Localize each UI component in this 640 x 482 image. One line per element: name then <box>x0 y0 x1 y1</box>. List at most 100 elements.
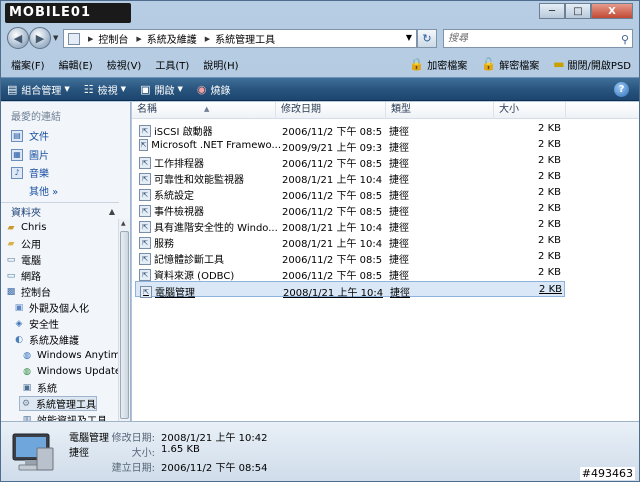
search-input[interactable]: 搜尋 ⚲ <box>443 29 633 48</box>
tree-item-windows-update[interactable]: ◍ Windows Update <box>21 364 121 379</box>
network-icon: ▭ <box>6 270 16 281</box>
file-date: 2006/11/2 下午 08:53 <box>282 255 382 266</box>
tree-label: Chris <box>21 222 47 233</box>
table-row[interactable]: ⇱ 系統設定 2006/11/2 下午 08:53 捷徑 2 KB <box>135 185 565 202</box>
table-row[interactable]: ⇱ 資料來源 (ODBC) 2006/11/2 下午 08:53 捷徑 2 KB <box>135 265 565 282</box>
tree-item-performance-tools[interactable]: ▥ 效能資訊及工具 <box>21 412 107 422</box>
unlock-icon: 🔓 <box>481 57 497 71</box>
nav-scrollbar[interactable]: ▲ <box>118 219 130 421</box>
navigation-pane: 最愛的連結 ▤ 文件 ▦ 圖片 ♪ 音樂 其他 » 資料夾 ▲ ▰ Chris ▰… <box>1 102 131 421</box>
minimize-button[interactable]: ─ <box>539 3 565 19</box>
computer-management-icon: ⇱ <box>140 285 152 298</box>
table-row[interactable]: ⇱ 可靠性和效能監視器 2008/1/21 上午 10:42 捷徑 2 KB <box>135 169 565 186</box>
column-size-label: 大小 <box>499 104 519 115</box>
tree-item-appearance[interactable]: ▣ 外觀及個人化 <box>13 300 89 316</box>
table-row[interactable]: ⇱ 服務 2008/1/21 上午 10:43 捷徑 2 KB <box>135 233 565 250</box>
file-date: 2006/11/2 下午 08:54 <box>282 159 382 170</box>
breadcrumb-control-panel[interactable]: 控制台 <box>98 31 128 46</box>
encrypt-file-button[interactable]: 🔒 加密檔案 <box>409 57 467 72</box>
details-date-created: 2006/11/2 下午 08:54 <box>161 463 268 474</box>
menu-help[interactable]: 說明(H) <box>203 57 238 72</box>
mobile01-logo: MOBILE01 <box>5 3 131 23</box>
search-icon[interactable]: ⚲ <box>621 31 629 48</box>
column-size[interactable]: 大小 <box>494 102 566 119</box>
file-name: 可靠性和效能監視器 <box>154 175 244 186</box>
open-button[interactable]: ▣ 開啟 ▼ <box>140 82 183 97</box>
recent-pages-dropdown-icon[interactable]: ▼ <box>53 34 58 42</box>
views-icon: ☷ <box>83 82 94 96</box>
file-type: 捷徑 <box>389 159 409 170</box>
table-row[interactable]: ⇱ 工作排程器 2006/11/2 下午 08:54 捷徑 2 KB <box>135 153 565 170</box>
table-row[interactable]: ⇱ 具有進階安全性的 Windo... 2008/1/21 上午 10:43 捷徑… <box>135 217 565 234</box>
tree-item-system[interactable]: ▣ 系統 <box>21 380 57 396</box>
file-size: 2 KB <box>538 123 561 134</box>
refresh-button[interactable]: ↻ <box>417 29 437 48</box>
file-type: 捷徑 <box>389 127 409 138</box>
table-row[interactable]: ⇱ 事件檢視器 2006/11/2 下午 08:54 捷徑 2 KB <box>135 201 565 218</box>
toggle-psd-button[interactable]: ▬ 關閉/開啟PSD <box>553 57 631 72</box>
menu-file[interactable]: 檔案(F) <box>11 57 45 72</box>
decrypt-file-button[interactable]: 🔓 解密檔案 <box>481 57 539 72</box>
fav-documents-label: 文件 <box>29 132 49 143</box>
table-row[interactable]: ⇱ iSCSI 啟動器 2006/11/2 下午 08:54 捷徑 2 KB <box>135 121 565 138</box>
breadcrumb-separator-icon[interactable]: ▶ <box>136 35 141 43</box>
breadcrumb-separator-icon[interactable]: ▶ <box>88 35 93 43</box>
more-links[interactable]: 其他 » <box>29 183 58 198</box>
breadcrumb-system-maintenance[interactable]: 系統及維護 <box>147 31 197 46</box>
back-button[interactable]: ◀ <box>7 27 29 49</box>
file-type: 捷徑 <box>389 175 409 186</box>
views-button[interactable]: ☷ 檢視 ▼ <box>84 82 126 97</box>
open-icon: ▣ <box>140 82 151 96</box>
fav-music[interactable]: ♪ 音樂 <box>11 165 49 180</box>
column-date-modified[interactable]: 修改日期 <box>276 102 386 119</box>
file-type: 捷徑 <box>389 143 409 154</box>
menu-edit[interactable]: 編輯(E) <box>59 57 93 72</box>
watermark: #493463 <box>579 467 635 480</box>
close-button[interactable]: X <box>591 3 633 19</box>
help-button[interactable]: ? <box>614 82 629 97</box>
details-date-modified: 2008/1/21 上午 10:42 <box>161 433 268 444</box>
tree-item-system-maintenance[interactable]: ◐ 系統及維護 <box>13 332 79 348</box>
column-name[interactable]: 名稱 ▲ <box>132 102 276 119</box>
fav-pictures[interactable]: ▦ 圖片 <box>11 147 49 162</box>
windows-update-icon: ◍ <box>23 366 31 377</box>
tree-item-control-panel[interactable]: ▩ 控制台 <box>5 284 51 300</box>
column-type[interactable]: 類型 <box>386 102 494 119</box>
address-bar[interactable]: ▶ 控制台 ▶ 系統及維護 ▶ 系統管理工具 ▼ <box>63 29 417 48</box>
organize-button[interactable]: ▤ 組合管理 ▼ <box>7 82 70 97</box>
file-size: 2 KB <box>538 187 561 198</box>
breadcrumb-admin-tools[interactable]: 系統管理工具 <box>215 31 275 46</box>
firewall-icon: ⇱ <box>139 220 151 233</box>
fav-documents[interactable]: ▤ 文件 <box>11 128 49 143</box>
file-size: 2 KB <box>539 284 562 295</box>
details-date-created-label: 建立日期: <box>111 463 155 474</box>
nav-scrollbar-thumb[interactable] <box>120 231 129 419</box>
tree-item-windows-anytime[interactable]: ◍ Windows Anytime <box>21 348 126 363</box>
table-row[interactable]: ⇱ 記憶體診斷工具 2006/11/2 下午 08:53 捷徑 2 KB <box>135 249 565 266</box>
tree-label: Windows Update <box>37 366 122 377</box>
maximize-button[interactable]: □ <box>565 3 591 19</box>
address-dropdown-icon[interactable]: ▼ <box>406 33 412 42</box>
collapse-up-icon: ▲ <box>108 206 115 216</box>
table-row[interactable]: ⇱ Microsoft .NET Framewo... 2009/9/21 上午 … <box>135 137 565 154</box>
file-type: 捷徑 <box>389 255 409 266</box>
menu-view[interactable]: 檢視(V) <box>107 57 142 72</box>
tree-item-network[interactable]: ▭ 網路 <box>5 268 41 284</box>
scroll-up-icon[interactable]: ▲ <box>121 220 126 227</box>
tree-label: 電腦 <box>21 256 41 267</box>
tree-item-public[interactable]: ▰ 公用 <box>5 236 41 252</box>
table-row-selected[interactable]: ⇱ 電腦管理 2008/1/21 上午 10:42 捷徑 2 KB <box>135 281 565 299</box>
tree-item-chris[interactable]: ▰ Chris <box>5 220 47 235</box>
breadcrumb-separator-icon[interactable]: ▶ <box>205 35 210 43</box>
tree-item-computer[interactable]: ▭ 電腦 <box>5 252 41 268</box>
burn-button[interactable]: ◉ 燒錄 <box>197 82 231 97</box>
tree-item-security[interactable]: ◈ 安全性 <box>13 316 59 332</box>
menu-bar: 檔案(F) 編輯(E) 檢視(V) 工具(T) 說明(H) 🔒 加密檔案 🔓 解… <box>1 53 639 75</box>
folders-header[interactable]: 資料夾 ▲ <box>1 202 119 219</box>
tree-label: 效能資訊及工具 <box>37 412 107 421</box>
forward-button[interactable]: ▶ <box>29 27 51 49</box>
tree-label: 網路 <box>21 272 41 283</box>
menu-tools[interactable]: 工具(T) <box>155 57 189 72</box>
details-pane: 電腦管理 捷徑 修改日期: 2008/1/21 上午 10:42 大小: 1.6… <box>1 421 639 481</box>
tree-item-admin-tools[interactable]: ⚙ 系統管理工具 <box>19 396 97 411</box>
